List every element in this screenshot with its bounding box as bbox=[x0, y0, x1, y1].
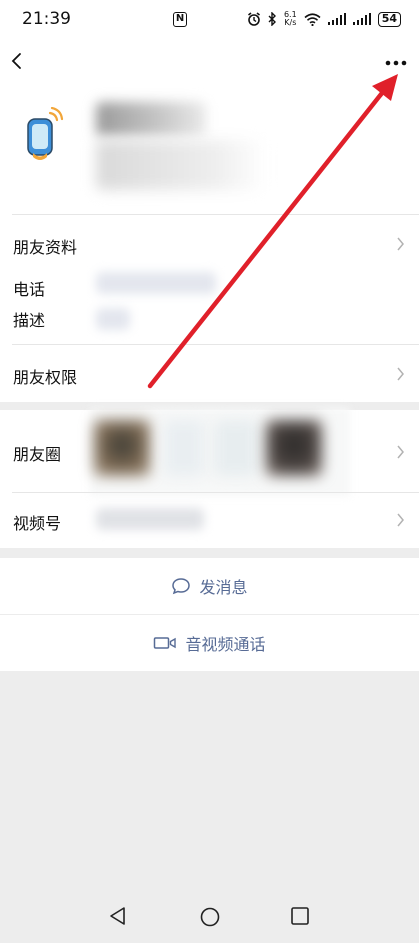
chevron-right-icon bbox=[397, 445, 404, 459]
voice-video-call-label: 音视频通话 bbox=[185, 635, 266, 654]
contact-name-redacted bbox=[96, 102, 206, 136]
moments-photo bbox=[266, 420, 322, 476]
contact-profile-screen: 21:39 N 6.1 K/s 54 朋友资料 电话 描述 朋友权限 朋友圈 视… bbox=[0, 0, 419, 943]
moments-label: 朋友圈 bbox=[13, 445, 62, 464]
alarm-icon bbox=[247, 12, 260, 26]
status-icons: 6.1 K/s 54 bbox=[247, 11, 401, 27]
moments-photo bbox=[164, 420, 204, 476]
nav-recents-button[interactable] bbox=[290, 906, 310, 926]
friend-permissions-label: 朋友权限 bbox=[13, 368, 78, 387]
moments-photo bbox=[94, 420, 150, 476]
chat-bubble-icon bbox=[172, 578, 191, 595]
send-message-button[interactable]: 发消息 bbox=[0, 558, 419, 614]
battery-icon: 54 bbox=[377, 11, 401, 27]
chevron-right-icon bbox=[397, 513, 404, 527]
wifi-icon bbox=[304, 12, 321, 26]
avatar[interactable] bbox=[20, 107, 64, 163]
channels-label: 视频号 bbox=[13, 514, 62, 533]
chevron-right-icon bbox=[397, 237, 404, 251]
description-value-redacted bbox=[96, 308, 130, 330]
square-recents-icon bbox=[291, 907, 309, 925]
circle-home-icon bbox=[200, 907, 220, 927]
description-label: 描述 bbox=[13, 311, 46, 330]
status-time: 21:39 bbox=[22, 9, 71, 29]
video-camera-icon bbox=[154, 637, 177, 649]
contact-details-redacted bbox=[96, 140, 266, 190]
friend-info-row[interactable] bbox=[0, 215, 419, 273]
signal-icon bbox=[327, 13, 346, 25]
system-navigation-bar bbox=[0, 890, 419, 943]
nav-back-button[interactable] bbox=[108, 906, 128, 926]
send-message-label: 发消息 bbox=[199, 578, 248, 597]
chevron-right-icon bbox=[397, 367, 404, 381]
phone-value-redacted bbox=[96, 272, 216, 294]
moments-photo bbox=[214, 420, 258, 476]
bluetooth-icon bbox=[268, 12, 276, 26]
more-button[interactable] bbox=[382, 55, 410, 71]
chevron-left-icon bbox=[11, 53, 21, 69]
phone-label: 电话 bbox=[13, 280, 46, 299]
voice-video-call-button[interactable]: 音视频通话 bbox=[0, 615, 419, 671]
back-button[interactable] bbox=[8, 50, 28, 72]
signal-icon bbox=[352, 13, 371, 25]
status-bar: 21:39 N 6.1 K/s 54 bbox=[0, 0, 419, 38]
triangle-back-icon bbox=[110, 907, 125, 925]
network-speed-unit: K/s bbox=[284, 18, 297, 27]
channels-row[interactable] bbox=[0, 493, 419, 548]
more-dots-icon bbox=[385, 60, 407, 66]
nfc-icon: N bbox=[173, 11, 187, 27]
device-watch-icon bbox=[27, 107, 64, 160]
channels-value-redacted bbox=[96, 508, 204, 530]
nav-home-button[interactable] bbox=[199, 906, 221, 928]
network-speed: 6.1 K/s bbox=[284, 11, 297, 27]
